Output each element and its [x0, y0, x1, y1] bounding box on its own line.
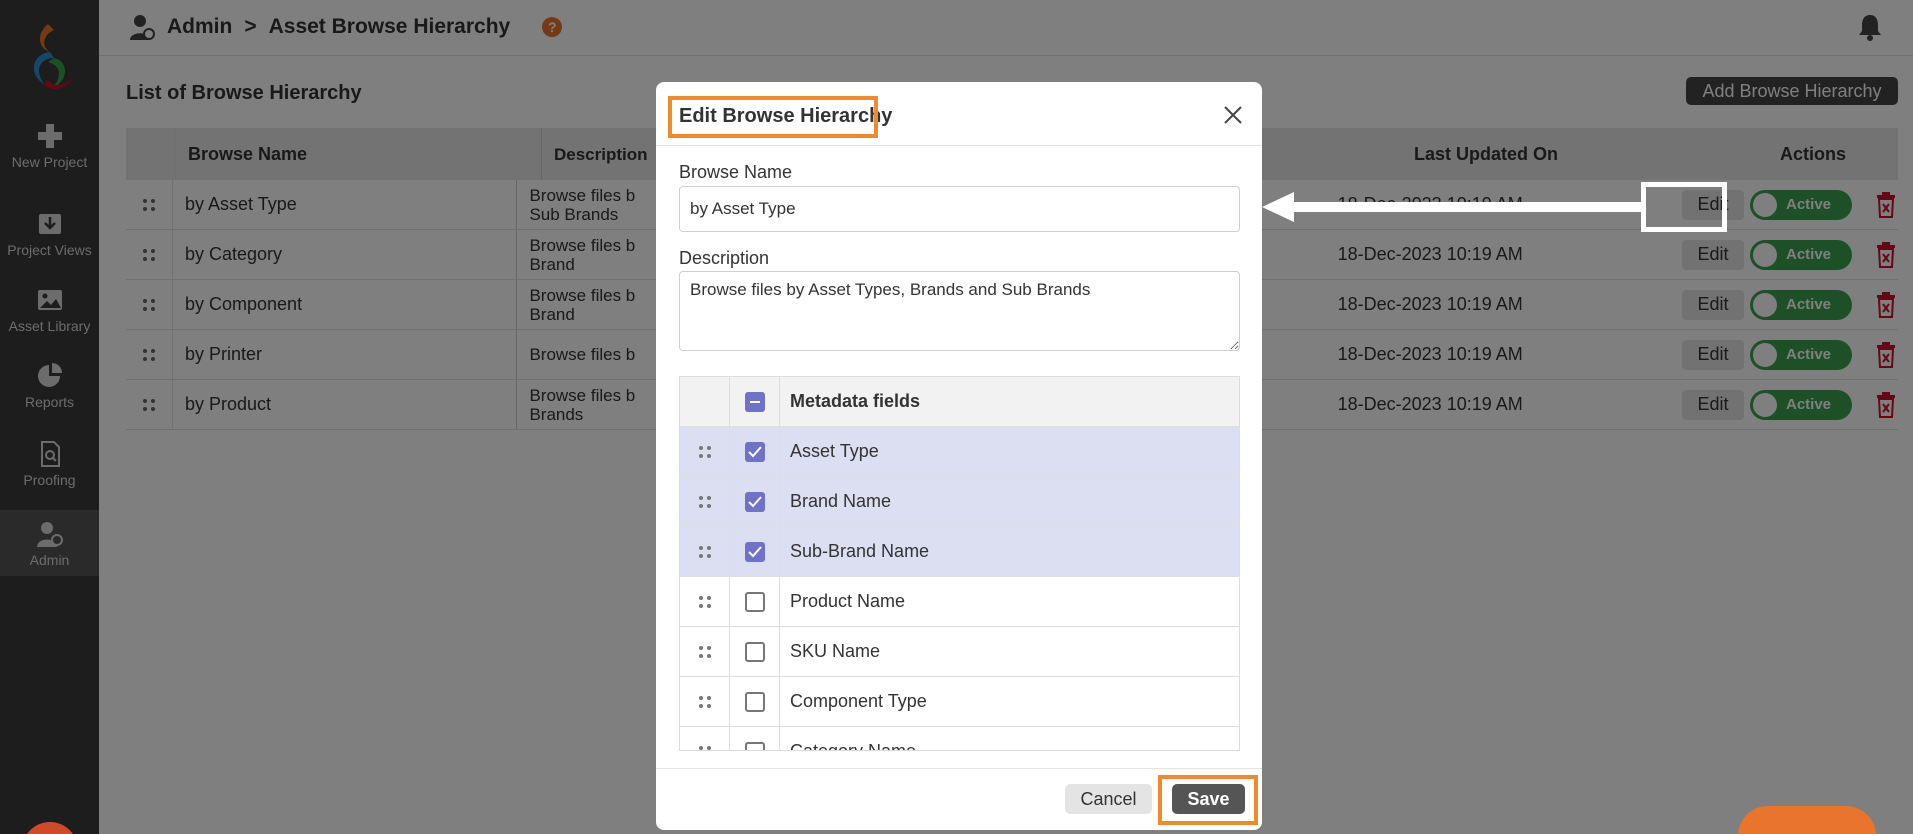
drag-handle-icon[interactable] — [698, 445, 712, 459]
metadata-field-label: Component Type — [790, 691, 927, 711]
metadata-field-row: SKU Name — [680, 627, 1239, 677]
metadata-field-label: SKU Name — [790, 641, 881, 661]
field-checkbox[interactable] — [744, 591, 765, 612]
browse-name-input[interactable] — [679, 186, 1240, 232]
metadata-field-label: Product Name — [790, 591, 906, 611]
edit-browse-hierarchy-dialog: Edit Browse Hierarchy Browse Name Descri… — [656, 82, 1262, 830]
check-icon — [747, 445, 762, 457]
dialog-footer: Cancel Save — [656, 768, 1262, 830]
field-checkbox[interactable] — [744, 541, 765, 562]
cancel-button[interactable]: Cancel — [1065, 784, 1152, 814]
metadata-field-label: Asset Type — [790, 441, 879, 461]
drag-handle-icon[interactable] — [698, 495, 712, 509]
drag-handle-icon[interactable] — [698, 645, 712, 659]
metadata-field-row: Category Name — [680, 727, 1239, 752]
metadata-header-row: Metadata fields — [680, 377, 1239, 427]
metadata-field-label: Brand Name — [790, 491, 892, 511]
metadata-field-row: Component Type — [680, 677, 1239, 727]
field-checkbox[interactable] — [744, 441, 765, 462]
chat-widget-button[interactable] — [1738, 806, 1876, 834]
browse-name-label: Browse Name — [679, 162, 793, 182]
close-icon[interactable] — [1222, 104, 1244, 126]
check-icon — [747, 545, 762, 557]
minus-icon — [749, 400, 760, 403]
drag-handle-icon[interactable] — [698, 595, 712, 609]
check-icon — [747, 495, 762, 507]
drag-handle-icon[interactable] — [698, 745, 712, 752]
metadata-field-row: Asset Type — [680, 427, 1239, 477]
drag-handle-icon[interactable] — [698, 695, 712, 709]
arrow-annotation — [1262, 192, 1642, 222]
save-highlight — [1158, 775, 1258, 825]
field-checkbox[interactable] — [744, 491, 765, 512]
description-label: Description — [679, 248, 770, 268]
metadata-field-row: Product Name — [680, 577, 1239, 627]
metadata-fields-list[interactable]: Metadata fields Asset Type Brand Name Sub-… — [679, 376, 1240, 751]
dialog-header: Edit Browse Hierarchy — [656, 82, 1262, 146]
metadata-field-label: Sub-Brand Name — [790, 541, 930, 561]
field-checkbox[interactable] — [744, 741, 765, 750]
metadata-field-row: Sub-Brand Name — [680, 527, 1239, 577]
metadata-field-row: Brand Name — [680, 477, 1239, 527]
metadata-field-label: Category Name — [790, 741, 917, 751]
description-textarea[interactable]: Browse files by Asset Types, Brands and … — [679, 271, 1240, 351]
drag-handle-icon[interactable] — [698, 545, 712, 559]
edit-button-highlight — [1641, 182, 1727, 232]
field-checkbox[interactable] — [744, 641, 765, 662]
title-highlight — [668, 96, 878, 138]
select-all-checkbox[interactable] — [744, 391, 765, 412]
field-checkbox[interactable] — [744, 691, 765, 712]
metadata-fields-header: Metadata fields — [790, 391, 921, 411]
